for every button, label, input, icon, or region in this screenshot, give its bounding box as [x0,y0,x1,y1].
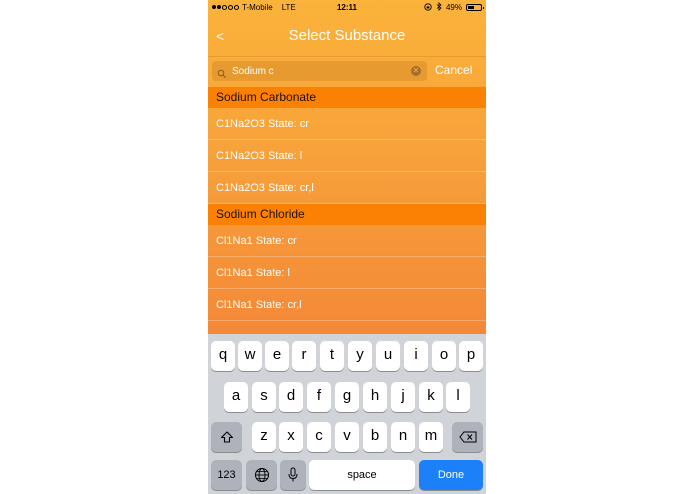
key-r[interactable]: r [292,341,316,371]
list-item[interactable]: Cl1Na1 State: l [208,257,486,289]
key-b[interactable]: b [363,422,387,452]
key-a[interactable]: a [224,382,248,412]
numbers-key[interactable]: 123 [211,460,242,490]
search-bar: ✕ Cancel [208,56,486,87]
key-v[interactable]: v [335,422,359,452]
key-n[interactable]: n [391,422,415,452]
globe-key[interactable] [246,460,277,490]
key-x[interactable]: x [279,422,303,452]
list-item[interactable]: Cl1Na1 State: cr,l [208,289,486,321]
page-title: Select Substance [288,27,406,44]
microphone-icon [288,467,298,482]
results-list: Sodium Carbonate C1Na2O3 State: cr C1Na2… [208,87,486,321]
list-item[interactable]: Cl1Na1 State: cr [208,225,486,257]
key-k[interactable]: k [419,382,443,412]
key-t[interactable]: t [320,341,344,371]
shift-icon [220,431,233,443]
key-q[interactable]: q [211,341,235,371]
section-header-sodium-carbonate: Sodium Carbonate [208,87,486,108]
bluetooth-icon [436,2,442,13]
status-bar: T-Mobile LTE 12:11 49% [208,0,486,15]
key-u[interactable]: u [376,341,400,371]
done-button[interactable]: Done [419,460,483,490]
list-item[interactable]: C1Na2O3 State: cr [208,108,486,140]
shift-key[interactable] [211,422,242,452]
navigation-bar: < Select Substance [208,16,486,57]
key-s[interactable]: s [252,382,276,412]
list-item[interactable]: C1Na2O3 State: l [208,140,486,172]
key-d[interactable]: d [279,382,303,412]
key-o[interactable]: o [432,341,456,371]
key-z[interactable]: z [252,422,276,452]
search-field[interactable]: ✕ [212,61,427,81]
key-e[interactable]: e [265,341,289,371]
search-icon [217,66,227,78]
keyboard: q w e r t y u i o p a s d f g h j k l z [208,334,486,494]
key-i[interactable]: i [404,341,428,371]
dictation-key[interactable] [280,460,306,490]
clear-search-icon[interactable]: ✕ [411,66,421,76]
key-y[interactable]: y [348,341,372,371]
key-g[interactable]: g [335,382,359,412]
key-w[interactable]: w [238,341,262,371]
key-c[interactable]: c [307,422,331,452]
battery-icon [466,4,484,11]
backspace-icon [458,431,476,443]
phone-screen: T-Mobile LTE 12:11 49% < Select Substanc… [208,0,486,494]
search-input[interactable] [232,64,407,78]
key-j[interactable]: j [391,382,415,412]
battery-percent: 49% [445,3,462,12]
orientation-lock-icon [424,2,432,13]
delete-key[interactable] [452,422,483,452]
cancel-button[interactable]: Cancel [435,63,472,77]
space-key[interactable]: space [309,460,415,490]
key-h[interactable]: h [363,382,387,412]
globe-icon [254,468,269,482]
key-f[interactable]: f [307,382,331,412]
section-header-sodium-chloride: Sodium Chloride [208,204,486,225]
key-p[interactable]: p [459,341,483,371]
key-l[interactable]: l [446,382,470,412]
key-m[interactable]: m [419,422,443,452]
list-item[interactable]: C1Na2O3 State: cr,l [208,172,486,204]
